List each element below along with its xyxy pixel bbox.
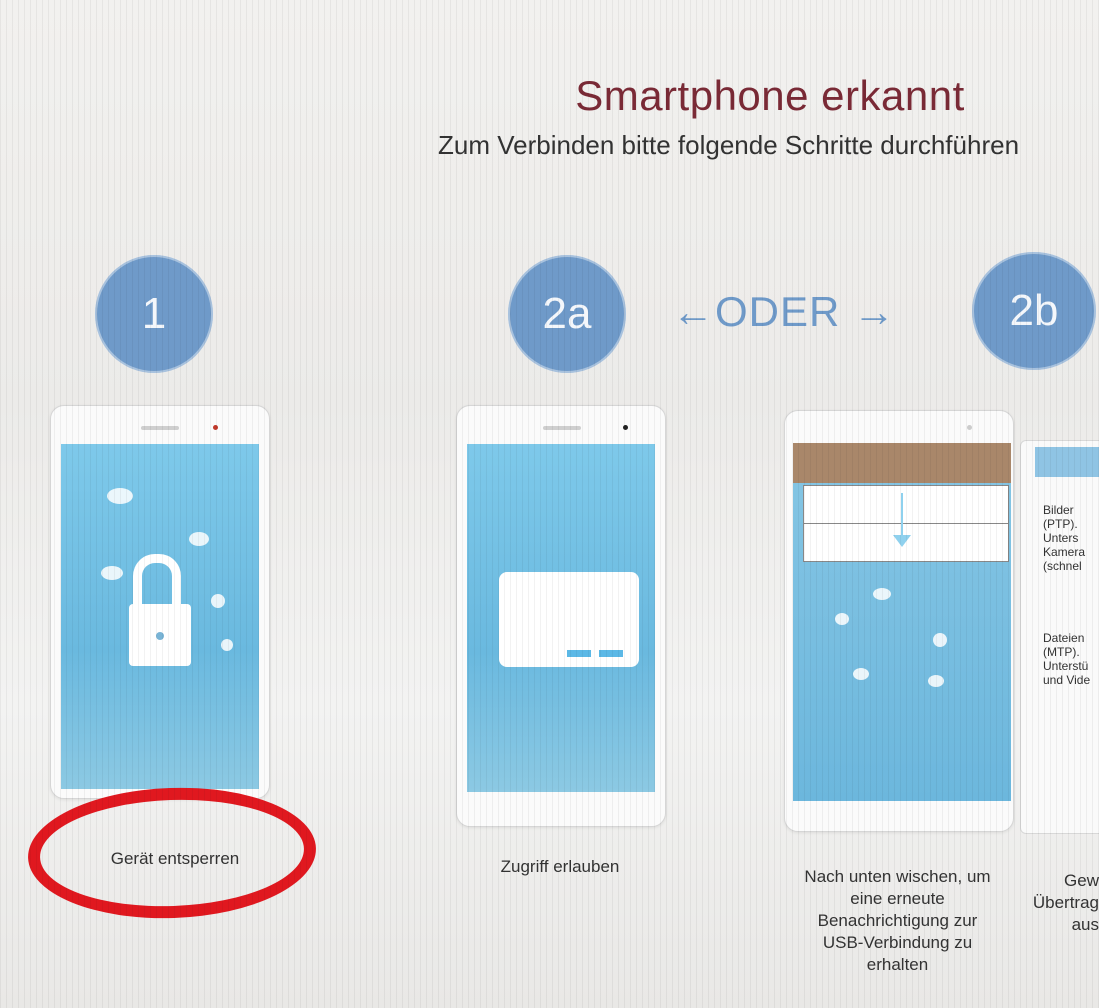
step-2b-label: Nach unten wischen, um eine erneute Bena… <box>804 867 991 974</box>
step-2a-label: Zugriff erlauben <box>500 857 620 876</box>
phone-unlock-illustration <box>50 405 270 799</box>
notification-placeholder <box>803 485 1009 524</box>
bokeh-dot <box>211 594 225 608</box>
or-separator: ←ODER → <box>672 288 897 335</box>
step-1-number: 1 <box>141 289 167 338</box>
usb-option-ptp: Bilder (PTP). Unters Kamera (schnel <box>1043 503 1086 573</box>
phone-swipe-illustration <box>784 410 1014 832</box>
highlight-ring <box>25 783 319 923</box>
bokeh-dot <box>928 675 944 687</box>
side-card-caption: Gew Übertrag aus <box>1032 871 1099 934</box>
lock-keyhole <box>156 632 164 640</box>
usb-option-mtp: Dateien (MTP). Unterstü und Vide <box>1043 631 1091 687</box>
bokeh-dot <box>853 668 869 680</box>
dialog-allow-button <box>599 650 623 657</box>
phone-speaker <box>141 426 179 430</box>
phone-screen <box>467 444 655 792</box>
step-2a-number: 2a <box>542 289 592 338</box>
phone-screen <box>793 443 1011 801</box>
dialog-cancel-button <box>567 650 591 657</box>
phone-camera <box>967 425 972 430</box>
step-2b-number: 2b <box>1009 286 1059 335</box>
bokeh-dot <box>107 488 133 504</box>
step-2a-badge: 2a <box>508 255 626 373</box>
usb-options-card: Bilder (PTP). Unters Kamera (schnel Date… <box>1020 440 1099 834</box>
phone-screen <box>61 444 259 789</box>
phone-allow-illustration <box>456 405 666 827</box>
bokeh-dot <box>101 566 123 580</box>
permission-dialog <box>499 572 639 667</box>
step-2b-badge: 2b <box>972 252 1096 370</box>
unlock-icon <box>129 604 191 666</box>
phone-camera <box>213 425 218 430</box>
bokeh-dot <box>221 639 233 651</box>
phone-speaker <box>543 426 581 430</box>
bokeh-dot <box>189 532 209 546</box>
page-subtitle: Zum Verbinden bitte folgende Schritte du… <box>438 130 1020 160</box>
status-bar <box>793 443 1011 483</box>
bokeh-dot <box>873 588 891 600</box>
phone-camera <box>623 425 628 430</box>
page-title: Smartphone erkannt <box>575 72 965 119</box>
usb-options-header <box>1035 447 1099 477</box>
setup-screen: Smartphone erkannt Zum Verbinden bitte f… <box>0 0 1099 1008</box>
arrow-down-icon <box>893 493 911 547</box>
bokeh-dot <box>835 613 849 625</box>
bokeh-dot <box>933 633 947 647</box>
step-1-badge: 1 <box>95 255 213 373</box>
